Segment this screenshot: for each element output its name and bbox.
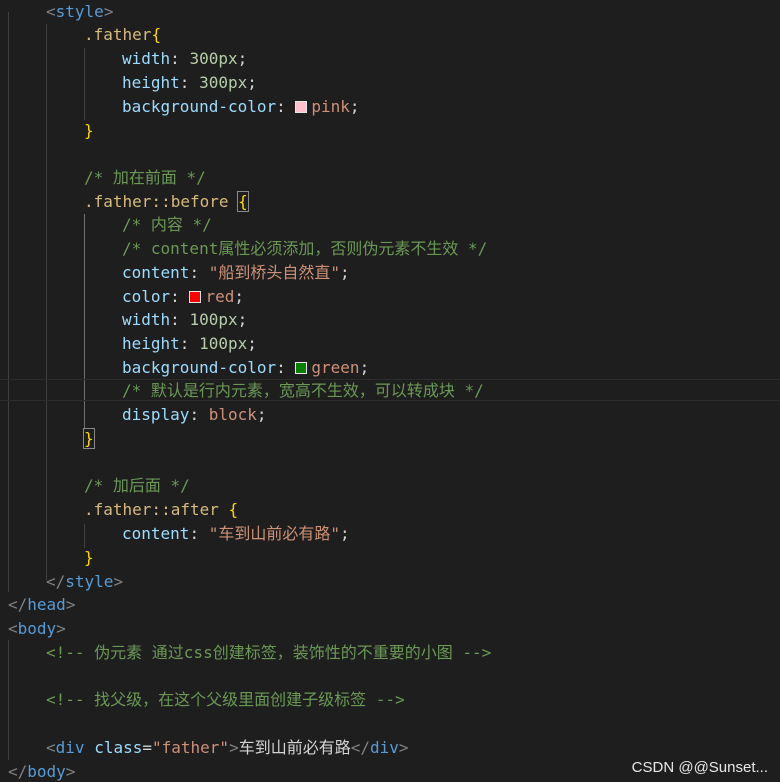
indent-guide [8, 640, 9, 760]
value-width: 100px [189, 310, 238, 329]
value-height: 300px [199, 73, 248, 92]
div-close-tag: div [369, 738, 399, 757]
open-brace: { [228, 500, 239, 519]
code-line[interactable]: <div class="father">车到山前必有路</div> [46, 736, 409, 760]
code-line[interactable]: .father::after { [84, 498, 238, 522]
property-height: height [122, 73, 180, 92]
html-comment: <!-- 找父级，在这个父级里面创建子级标签 --> [46, 690, 405, 709]
before-selector: .father::before [84, 192, 229, 211]
body-close-tag: body [27, 762, 66, 781]
property-content: content [122, 263, 190, 282]
div-open-tag: div [55, 738, 85, 757]
code-line[interactable]: } [84, 119, 94, 143]
css-comment: /* 默认是行内元素，宽高不生效，可以转成块 */ [122, 381, 484, 400]
property-background-color: background-color [122, 97, 277, 116]
close-brace: } [84, 548, 94, 567]
code-line[interactable]: height: 100px; [122, 332, 257, 356]
open-brace-matched: { [237, 191, 249, 212]
value-pink: pink [311, 97, 350, 116]
property-color: color [122, 287, 171, 306]
code-line[interactable]: background-color: pink; [122, 95, 360, 119]
css-comment: /* 加后面 */ [84, 476, 190, 495]
watermark: CSDN @@Sunset... [631, 759, 768, 776]
green-color-swatch[interactable] [295, 362, 308, 374]
code-line[interactable]: /* 加后面 */ [84, 474, 190, 498]
indent-guide [8, 12, 9, 592]
value-content-before: "船到桥头自然直" [208, 263, 340, 282]
code-line[interactable]: /* 默认是行内元素，宽高不生效，可以转成块 */ [122, 379, 484, 403]
value-red: red [205, 287, 235, 306]
class-attribute: class [94, 738, 143, 757]
code-editor[interactable]: <style> .father{ width: 300px; height: 3… [0, 0, 780, 782]
style-close-tag: style [65, 572, 114, 591]
head-close-tag: head [27, 595, 66, 614]
code-line[interactable]: </head> [8, 593, 75, 617]
code-line[interactable]: height: 300px; [122, 71, 257, 95]
code-line[interactable]: background-color: green; [122, 356, 369, 380]
code-line[interactable]: width: 100px; [122, 308, 247, 332]
indent-guide [46, 24, 47, 580]
code-line[interactable]: </style> [46, 570, 123, 594]
property-background-color: background-color [122, 358, 277, 377]
indent-guide [84, 48, 85, 120]
body-open-tag: body [17, 619, 57, 638]
code-line[interactable]: } [84, 546, 94, 570]
close-brace: } [84, 121, 94, 140]
css-comment: /* 内容 */ [122, 215, 212, 234]
code-line[interactable]: .father{ [84, 23, 161, 47]
value-green: green [311, 358, 360, 377]
angle-bracket: < [46, 2, 56, 21]
code-line[interactable]: width: 300px; [122, 47, 247, 71]
indent-guide [84, 524, 85, 548]
after-selector: .father::after [84, 500, 219, 519]
close-brace-matched: } [83, 428, 95, 449]
html-comment: <!-- 伪元素 通过css创建标签，装饰性的不重要的小图 --> [46, 643, 492, 662]
code-line[interactable]: /* 加在前面 */ [84, 166, 206, 190]
css-comment: /* content属性必须添加，否则伪元素不生效 */ [122, 239, 488, 258]
class-value: "father" [152, 738, 230, 757]
code-line[interactable]: content: "船到桥头自然直"; [122, 261, 350, 285]
value-block: block [208, 405, 257, 424]
open-brace: { [151, 25, 162, 44]
code-line[interactable]: /* content属性必须添加，否则伪元素不生效 */ [122, 237, 487, 261]
code-line[interactable]: <body> [8, 617, 66, 641]
code-line[interactable]: <!-- 伪元素 通过css创建标签，装饰性的不重要的小图 --> [46, 641, 491, 665]
style-open-tag: style [55, 2, 104, 21]
code-line[interactable]: display: block; [122, 403, 267, 427]
pink-color-swatch[interactable] [295, 101, 308, 113]
property-height: height [122, 334, 180, 353]
property-display: display [122, 405, 190, 424]
angle-bracket: > [103, 2, 114, 21]
value-width: 300px [189, 49, 238, 68]
code-line[interactable]: <!-- 找父级，在这个父级里面创建子级标签 --> [46, 688, 405, 712]
code-line[interactable]: .father::before { [84, 190, 249, 214]
father-selector: .father [84, 25, 152, 44]
value-content-after: "车到山前必有路" [208, 524, 340, 543]
code-line[interactable]: /* 内容 */ [122, 213, 212, 237]
property-content: content [122, 524, 190, 543]
property-width: width [122, 310, 171, 329]
div-text: 车到山前必有路 [238, 738, 351, 757]
property-width: width [122, 49, 171, 68]
code-line[interactable]: } [83, 427, 95, 451]
red-color-swatch[interactable] [189, 291, 202, 303]
value-height: 100px [199, 334, 248, 353]
code-line[interactable]: color: red; [122, 285, 244, 309]
code-line[interactable]: content: "车到山前必有路"; [122, 522, 350, 546]
code-line[interactable]: </body> [8, 760, 75, 782]
css-comment: /* 加在前面 */ [84, 168, 206, 187]
code-line[interactable]: <style> [46, 0, 113, 24]
